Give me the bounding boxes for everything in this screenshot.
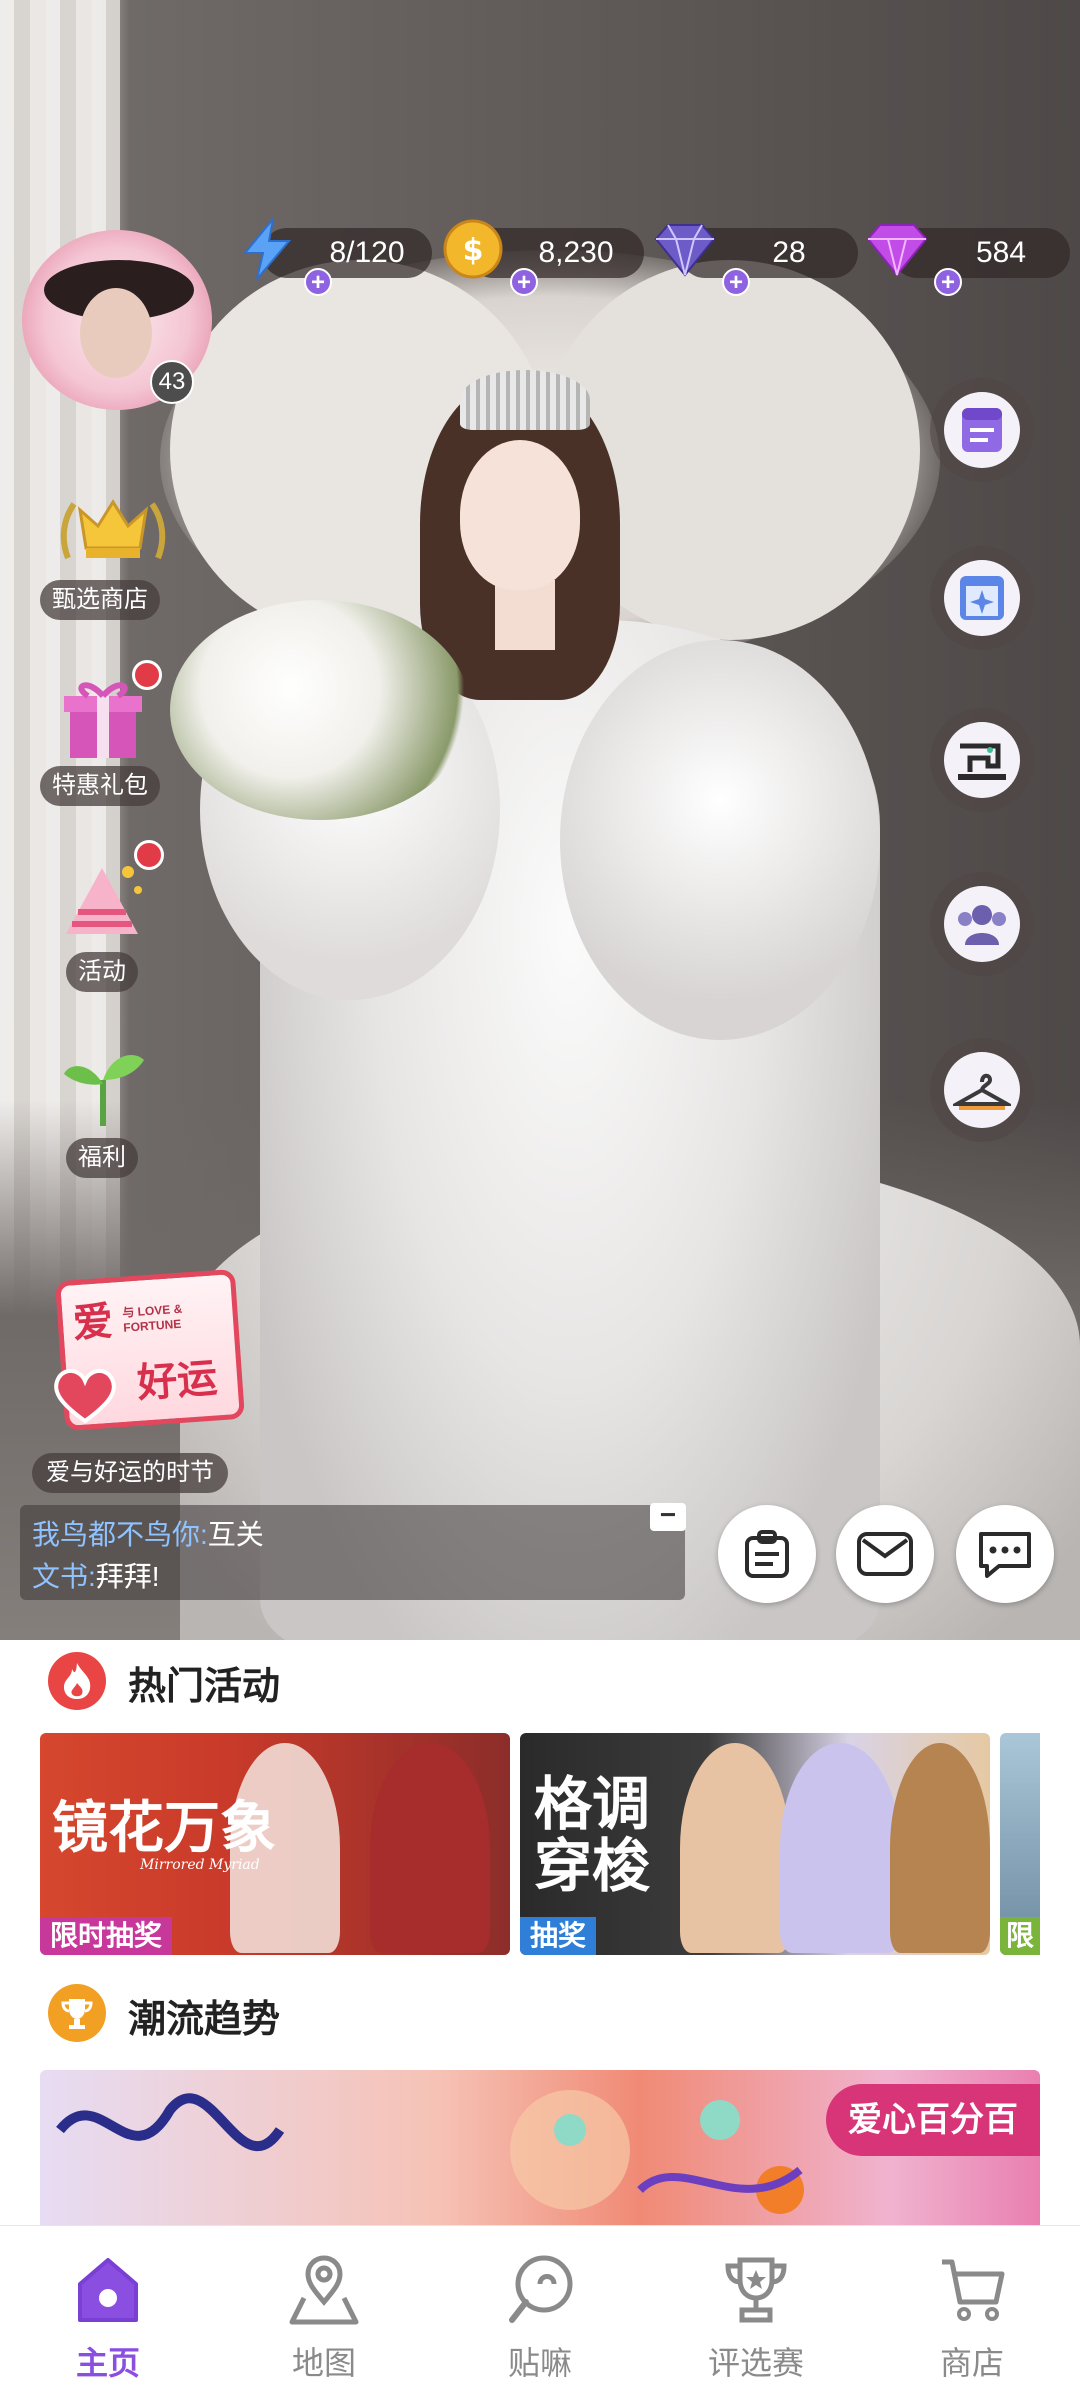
chat-button[interactable] (956, 1505, 1054, 1603)
banner-tag: 限时抽奖 (40, 1917, 173, 1955)
banner-tag: 抽奖 (520, 1917, 597, 1955)
mail-button[interactable] (836, 1505, 934, 1603)
player-level-badge: 43 (150, 360, 194, 404)
diamond-counter[interactable]: + 28 (654, 224, 858, 296)
chat-sender[interactable]: 文书: (32, 1561, 96, 1592)
mail-icon (857, 1532, 913, 1576)
sewing-machine-button[interactable] (930, 708, 1034, 812)
gem-value: 584 (975, 236, 1027, 269)
diamond-value: 28 (772, 236, 806, 269)
banner-character (680, 1743, 790, 1953)
gift-box-icon (58, 672, 148, 762)
speech-bubble-icon (979, 1532, 1031, 1578)
heart-icon (54, 1369, 116, 1424)
benefits-button[interactable]: 福利 (30, 1030, 170, 1180)
energy-value: 8/120 (329, 236, 405, 269)
gold-coin-icon: $ (438, 214, 508, 284)
banner-tag: 限 (1000, 1917, 1040, 1955)
wardrobe-button[interactable] (930, 1038, 1034, 1142)
task-clipboard-button[interactable] (718, 1505, 816, 1603)
festival-badge-top: 爱 (71, 1297, 115, 1348)
sewing-machine-icon (944, 722, 1020, 798)
lightning-icon (232, 214, 302, 284)
dress-sleeve-right (560, 640, 880, 1040)
svg-text:$: $ (463, 233, 484, 268)
world-chat-box[interactable]: 我鸟都不鸟你:互关 文书:拜拜! (20, 1505, 685, 1600)
special-gift-pack-label: 特惠礼包 (40, 766, 160, 806)
notepad-button[interactable] (930, 378, 1034, 482)
event-banner-mirrored-myriad[interactable]: 镜花万象 Mirrored Myriad 限时抽奖 (40, 1733, 510, 1955)
gift-timer-badge (132, 660, 162, 690)
party-hat-icon (58, 850, 148, 940)
map-pin-icon (288, 2254, 360, 2326)
notepad-icon (944, 392, 1020, 468)
hanger-icon (944, 1052, 1020, 1128)
selection-shop-button[interactable]: 甄选商店 (30, 488, 170, 628)
events-button[interactable]: 活动 (30, 840, 170, 992)
nav-map-label: 地图 (291, 2345, 356, 2381)
banner-title: 格调穿梭 (534, 1770, 651, 1900)
diamond-icon (650, 214, 720, 284)
banner-subtitle: Mirrored Myriad (140, 1857, 260, 1873)
character-face (460, 440, 580, 590)
nav-home-label: 主页 (75, 2345, 140, 2381)
bottom-nav: 主页 地图 贴嘛 评选赛 商店 (0, 2225, 1080, 2400)
chat-sender[interactable]: 我鸟都不鸟你: (32, 1519, 208, 1550)
home-icon (72, 2254, 144, 2326)
avatar-face (80, 288, 152, 378)
coin-counter[interactable]: $ + 8,230 (443, 219, 644, 296)
shopping-cart-icon (936, 2254, 1008, 2326)
bouquet (170, 600, 470, 820)
hot-events-title: 热门活动 (128, 1666, 281, 1708)
clipboard-icon (745, 1530, 789, 1578)
crown-icon (58, 488, 166, 578)
festival-label: 爱与好运的时节 (32, 1453, 228, 1493)
events-label: 活动 (66, 952, 138, 992)
nav-shop-label: 商店 (939, 2345, 1004, 2381)
trophy-icon (48, 1984, 106, 2042)
sparkle-book-button[interactable] (930, 546, 1034, 650)
friends-button[interactable] (930, 872, 1034, 976)
sparkle-book-icon (944, 560, 1020, 636)
purple-gem-icon (862, 214, 932, 284)
trophy-icon (720, 2254, 792, 2326)
nav-shop[interactable]: 商店 (864, 2226, 1080, 2401)
chat-text: 拜拜! (95, 1561, 160, 1592)
banner-character (370, 1743, 490, 1953)
nav-posts-label: 贴嘛 (507, 2345, 572, 2381)
energy-counter[interactable]: + 8/120 (242, 217, 432, 296)
event-banner-style-shuttle[interactable]: 格调穿梭 抽奖 (520, 1733, 990, 1955)
fire-icon (48, 1652, 106, 1710)
trends-title: 潮流趋势 (128, 1999, 281, 2041)
banner-character (890, 1743, 990, 1953)
nav-map[interactable]: 地图 (216, 2226, 432, 2401)
lollipop-icon (504, 2254, 576, 2326)
event-banner-partial[interactable]: 限 (1000, 1733, 1040, 1955)
chat-message: 我鸟都不鸟你:互关 (32, 1513, 264, 1553)
chat-minimize-button[interactable]: − (650, 1501, 686, 1531)
nav-posts[interactable]: 贴嘛 (432, 2226, 648, 2401)
benefits-label: 福利 (66, 1138, 138, 1178)
festival-badge-main: 好运 (135, 1354, 219, 1407)
nav-contest[interactable]: 评选赛 (648, 2226, 864, 2401)
events-notification-dot (134, 840, 164, 870)
friends-icon (944, 886, 1020, 962)
special-gift-pack-button[interactable]: 特惠礼包 (30, 660, 170, 810)
banner-title: 镜花万象 (52, 1795, 276, 1861)
banner-character (780, 1743, 900, 1953)
selection-shop-label: 甄选商店 (40, 580, 160, 620)
nav-home[interactable]: 主页 (0, 2226, 216, 2401)
tiara (460, 370, 590, 430)
chat-message: 文书:拜拜! (32, 1555, 160, 1595)
chat-text: 互关 (207, 1519, 264, 1550)
sprout-icon (58, 1040, 148, 1130)
trend-banner-tag: 爱心百分百 (826, 2084, 1040, 2156)
trend-banner[interactable]: 爱心百分百 (40, 2070, 1040, 2230)
love-fortune-festival-button[interactable]: 爱 与 LOVE & FORTUNE 好运 (50, 1265, 250, 1432)
gem-counter[interactable]: + 584 (866, 224, 1070, 296)
coin-value: 8,230 (538, 236, 614, 269)
festival-badge-small: 与 LOVE & FORTUNE (121, 1301, 183, 1335)
character-neck (495, 580, 555, 650)
nav-contest-label: 评选赛 (707, 2345, 804, 2381)
